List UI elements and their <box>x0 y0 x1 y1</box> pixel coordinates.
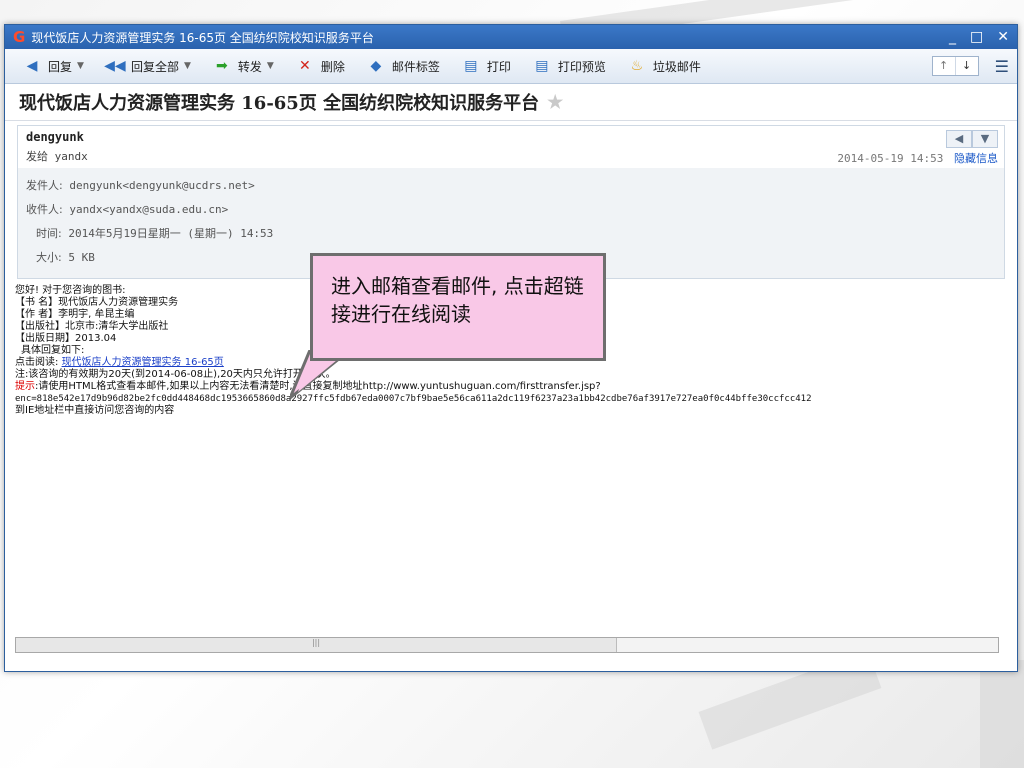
chevron-down-icon[interactable]: ▼ <box>184 61 191 71</box>
chevron-down-icon[interactable]: ▼ <box>972 130 998 148</box>
subject-text: 现代饭店人力资源管理实务 16-65页 全国纺织院校知识服务平台 <box>19 93 540 114</box>
close-button[interactable]: ✕ <box>997 29 1009 45</box>
reply-label: 回复 <box>48 59 73 74</box>
star-icon[interactable]: ★ <box>547 92 563 113</box>
annotation-callout: 进入邮箱查看邮件, 点击超链接进行在线阅读 <box>310 253 606 361</box>
chevron-down-icon[interactable]: ▼ <box>267 61 274 71</box>
header-actions: ◀ ▼ <box>946 130 998 148</box>
chevron-down-icon[interactable]: ▼ <box>77 61 84 71</box>
window-title: 现代饭店人力资源管理实务 16-65页 全国纺织院校知识服务平台 <box>31 30 374 45</box>
print-button[interactable]: ▤ 打印 <box>452 55 519 78</box>
printer-icon: ▤ <box>464 58 478 74</box>
title-bar: G 现代饭店人力资源管理实务 16-65页 全国纺织院校知识服务平台 _ □ ✕ <box>5 25 1017 49</box>
tip-line: 提示:请使用HTML格式查看本邮件,如果以上内容无法看清楚时,请直接复制地址ht… <box>15 381 1007 393</box>
to-value[interactable]: yandx<yandx@suda.edu.cn> <box>69 203 228 216</box>
time-value: 2014年5月19日星期一 (星期一) 14:53 <box>68 227 274 240</box>
menu-icon[interactable]: ☰ <box>995 57 1009 76</box>
tag-button[interactable]: ◆ 邮件标签 <box>357 55 448 78</box>
toolbar: ◀ 回复 ▼ ◀◀ 回复全部 ▼ ➡ 转发 ▼ ✕ 删除 ◆ 邮件标签 ▤ 打印… <box>5 49 1017 84</box>
read-online-link[interactable]: 现代饭店人力资源管理实务 16-65页 <box>62 357 224 368</box>
reply-button[interactable]: ◀ 回复 ▼ <box>13 55 92 78</box>
forward-button[interactable]: ➡ 转发 ▼ <box>203 55 282 78</box>
print-preview-icon: ▤ <box>535 58 549 74</box>
horizontal-scrollbar[interactable]: ||| <box>15 637 999 653</box>
spam-label: 垃圾邮件 <box>652 59 701 74</box>
delete-button[interactable]: ✕ 删除 <box>286 55 353 78</box>
forward-icon: ➡ <box>216 58 228 74</box>
maximize-button[interactable]: □ <box>970 29 983 45</box>
forward-label: 转发 <box>237 59 262 74</box>
reply-icon: ◀ <box>26 58 38 74</box>
date-line: 2014-05-19 14:53 隐藏信息 <box>837 150 998 166</box>
reply-all-button[interactable]: ◀◀ 回复全部 ▼ <box>96 55 199 78</box>
app-logo-icon: G <box>13 28 26 46</box>
body-line: 到IE地址栏中直接访问您咨询的内容 <box>15 405 175 416</box>
tag-icon: ◆ <box>370 58 382 74</box>
scrollbar-thumb[interactable]: ||| <box>16 638 617 652</box>
window-controls: _ □ ✕ <box>949 29 1009 45</box>
header-summary: dengyunk 发给 yandx ◀ ▼ 2014-05-19 14:53 隐… <box>18 126 1004 168</box>
delete-label: 删除 <box>320 59 345 74</box>
hide-info-link[interactable]: 隐藏信息 <box>954 152 998 165</box>
reply-all-icon: ◀◀ <box>104 58 126 74</box>
fire-icon: ♨ <box>630 58 644 74</box>
reply-icon[interactable]: ◀ <box>946 130 972 148</box>
from-row: 发件人: dengyunk<dengyunk@ucdrs.net> <box>26 174 996 198</box>
background-stroke <box>980 660 1024 768</box>
time-row: 时间: 2014年5月19日星期一 (星期一) 14:53 <box>26 222 996 246</box>
next-mail-icon[interactable]: ↓ <box>956 57 978 75</box>
from-label: 发件人: <box>26 179 63 192</box>
mail-date: 2014-05-19 14:53 <box>837 152 944 165</box>
minimize-button[interactable]: _ <box>949 29 956 45</box>
read-prefix: 点击阅读: <box>15 357 62 368</box>
previous-mail-icon[interactable]: ↑ <box>933 57 956 75</box>
print-preview-label: 打印预览 <box>557 59 606 74</box>
sender-name: dengyunk <box>26 130 84 144</box>
size-label: 大小: <box>36 251 62 264</box>
print-label: 打印 <box>486 59 511 74</box>
time-label: 时间: <box>36 227 62 240</box>
from-value[interactable]: dengyunk<dengyunk@ucdrs.net> <box>69 179 254 192</box>
callout-text: 进入邮箱查看邮件, 点击超链接进行在线阅读 <box>331 274 584 326</box>
enc-line: enc=818e542e17d9b96d82be2fc0dd448468dc19… <box>15 394 812 404</box>
tag-label: 邮件标签 <box>391 59 440 74</box>
reply-all-label: 回复全部 <box>130 59 179 74</box>
tip-label: 提示 <box>15 381 35 392</box>
mail-subject: 现代饭店人力资源管理实务 16-65页 全国纺织院校知识服务平台 ★ <box>5 84 1017 121</box>
body-line: 注:该咨询的有效期为20天(到2014-06-08止),20天内只允许打开20次… <box>15 369 336 380</box>
mail-navigation: ↑ ↓ <box>931 56 979 76</box>
to-label: 收件人: <box>26 203 63 216</box>
to-row: 收件人: yandx<yandx@suda.edu.cn> <box>26 198 996 222</box>
size-value: 5 KB <box>68 251 95 264</box>
spam-button[interactable]: ♨ 垃圾邮件 <box>618 55 709 78</box>
toolbar-right: ↑ ↓ ☰ <box>931 56 1009 76</box>
delete-icon: ✕ <box>298 58 311 74</box>
print-preview-button[interactable]: ▤ 打印预览 <box>523 55 614 78</box>
